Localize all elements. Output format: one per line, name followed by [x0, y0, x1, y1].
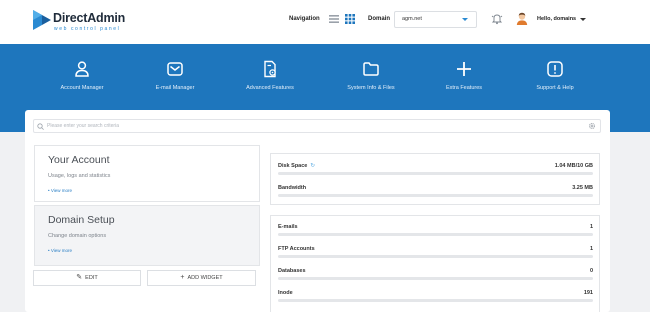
- menu-label: E-mail Manager: [155, 85, 195, 91]
- progress-bar: [278, 194, 593, 197]
- logo-mark-icon: [33, 10, 51, 30]
- panel-title: Domain Setup: [48, 214, 115, 226]
- menu-support-help[interactable]: Support & Help: [507, 60, 603, 91]
- user-avatar-icon[interactable]: [516, 12, 528, 25]
- edit-button[interactable]: ✎ EDIT: [33, 270, 141, 286]
- domain-select[interactable]: agm.net: [394, 11, 477, 28]
- stat-value: 191: [583, 290, 593, 296]
- domain-setup-panel[interactable]: Domain Setup Change domain options • Vie…: [34, 205, 260, 266]
- account-counts-widget: E-mails 1 FTP Accounts 1 Databases 0 Ino…: [270, 215, 600, 312]
- domain-value: agm.net: [402, 16, 422, 22]
- menu-label: Extra Features: [445, 85, 483, 91]
- folder-icon: [363, 62, 379, 76]
- stat-value: 1.04 MB/10 GB: [554, 163, 593, 169]
- search-input[interactable]: [47, 121, 587, 131]
- menu-label: System Info & Files: [347, 85, 395, 91]
- grid-view-icon[interactable]: [345, 14, 355, 24]
- navigation-label: Navigation: [289, 16, 320, 22]
- menu-advanced-features[interactable]: Advanced Features: [222, 60, 318, 91]
- view-more-link[interactable]: • View more: [48, 188, 72, 193]
- add-widget-label: ADD WIDGET: [187, 275, 223, 281]
- your-account-panel[interactable]: Your Account Usage, logs and statistics …: [34, 145, 260, 202]
- menu-system-info-files[interactable]: System Info & Files: [323, 60, 419, 91]
- alert-icon: [547, 61, 563, 77]
- panel-title: Your Account: [48, 154, 110, 166]
- progress-bar: [278, 299, 593, 302]
- menu-account-manager[interactable]: Account Manager: [34, 60, 130, 91]
- top-header: DirectAdmin web control panel Navigation…: [0, 0, 650, 44]
- stat-label: E-mails: [278, 224, 298, 230]
- user-greeting[interactable]: Hello, domains: [537, 16, 576, 22]
- notifications-icon[interactable]: [491, 13, 503, 25]
- stat-label: Databases: [278, 268, 306, 274]
- stat-label: Bandwidth: [278, 185, 307, 191]
- user-menu-caret-icon[interactable]: [580, 18, 586, 21]
- refresh-icon[interactable]: ↻: [310, 163, 315, 169]
- progress-bar: [278, 233, 593, 236]
- stat-value: 1: [589, 246, 593, 252]
- stat-label: Inode: [278, 290, 293, 296]
- progress-bar: [278, 277, 593, 280]
- mail-icon: [167, 62, 183, 76]
- plus-icon: +: [180, 274, 185, 281]
- dashboard-card: Your Account Usage, logs and statistics …: [25, 110, 610, 312]
- stat-label: Disk Space ↻: [278, 163, 315, 169]
- add-widget-button[interactable]: + ADD WIDGET: [147, 270, 256, 286]
- menu-email-manager[interactable]: E-mail Manager: [127, 60, 223, 91]
- stat-value: 3.25 MB: [572, 185, 593, 191]
- progress-bar: [278, 172, 593, 175]
- stat-value: 1: [589, 224, 593, 230]
- document-gear-icon: [264, 60, 276, 78]
- menu-label: Account Manager: [60, 85, 104, 91]
- user-icon: [75, 61, 89, 77]
- search-bar[interactable]: [33, 119, 601, 133]
- brand-tagline: web control panel: [54, 26, 121, 32]
- stat-value: 0: [589, 268, 593, 274]
- list-view-icon[interactable]: [329, 14, 339, 24]
- search-icon: [37, 123, 44, 130]
- stat-label: FTP Accounts: [278, 246, 315, 252]
- edit-label: EDIT: [85, 275, 98, 281]
- panel-description: Usage, logs and statistics: [48, 173, 111, 179]
- panel-description: Change domain options: [48, 233, 107, 239]
- plus-icon: [457, 62, 471, 76]
- menu-extra-features[interactable]: Extra Features: [416, 60, 512, 91]
- domain-label: Domain: [368, 16, 391, 22]
- chevron-down-icon: [462, 18, 468, 21]
- directadmin-logo[interactable]: DirectAdmin web control panel: [33, 10, 153, 34]
- usage-widget: Disk Space ↻ 1.04 MB/10 GB Bandwidth 3.25…: [270, 153, 600, 205]
- pencil-icon: ✎: [76, 274, 83, 281]
- menu-label: Advanced Features: [246, 85, 294, 91]
- menu-label: Support & Help: [536, 85, 574, 91]
- view-more-link[interactable]: • View more: [48, 248, 72, 253]
- gear-icon[interactable]: [588, 122, 596, 130]
- brand-name: DirectAdmin: [53, 11, 126, 25]
- progress-bar: [278, 255, 593, 258]
